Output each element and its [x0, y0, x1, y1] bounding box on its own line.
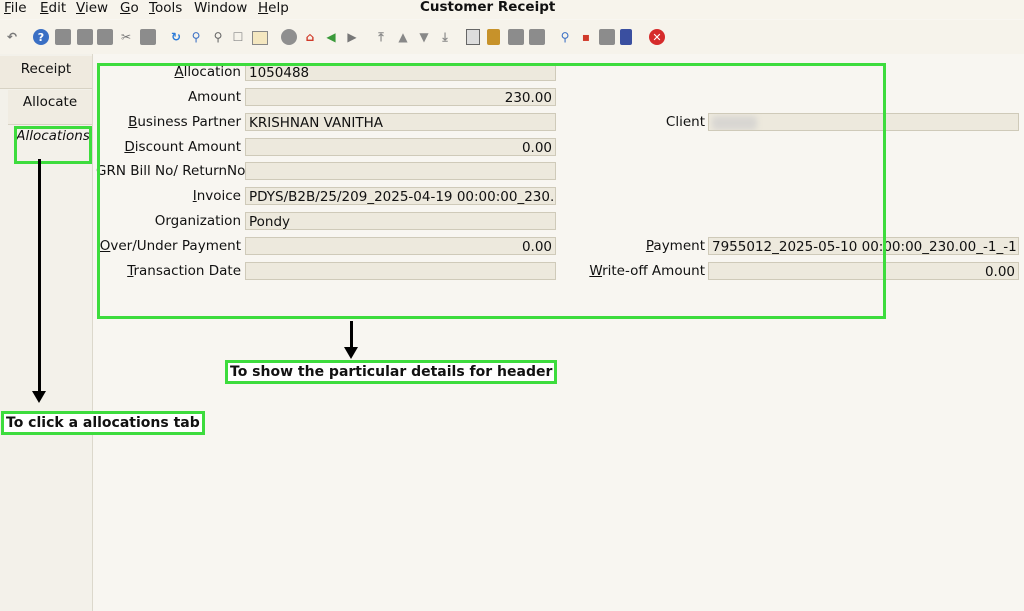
- workflow-icon[interactable]: ▪: [578, 29, 594, 45]
- help-icon[interactable]: ?: [33, 29, 49, 45]
- delete-selection-icon[interactable]: ✂: [118, 29, 134, 45]
- new-record-icon[interactable]: [55, 29, 71, 45]
- archive-icon[interactable]: [487, 29, 500, 45]
- allocations-tab-callout: To click a allocations tab: [1, 411, 205, 435]
- forward-icon[interactable]: ▶: [344, 29, 360, 45]
- print-preview-icon[interactable]: [508, 29, 524, 45]
- attachment-icon[interactable]: ⚲: [210, 29, 226, 45]
- menu-file[interactable]: File: [4, 0, 27, 18]
- back-icon[interactable]: ◀: [323, 29, 339, 45]
- home-icon[interactable]: ⌂: [302, 29, 318, 45]
- header-highlight-box: [97, 63, 886, 319]
- header-callout: To show the particular details for heade…: [225, 360, 558, 384]
- tab-receipt[interactable]: Receipt: [0, 56, 92, 89]
- menu-bar: File Edit View Go Tools Window Help Cust…: [0, 0, 1024, 19]
- request-icon[interactable]: [599, 29, 615, 45]
- window-title: Customer Receipt: [420, 0, 556, 15]
- undo-icon[interactable]: ↶: [4, 29, 20, 45]
- last-record-icon[interactable]: ⤓: [437, 29, 453, 45]
- close-icon[interactable]: ✕: [649, 29, 665, 45]
- next-record-icon[interactable]: ▼: [416, 29, 432, 45]
- stop-icon[interactable]: [281, 29, 297, 45]
- menu-window[interactable]: Window: [194, 0, 247, 18]
- toolbar: ↶ ? ✂ ↻ ⚲ ⚲ ☐ ⌂ ◀ ▶ ⤒ ▲ ▼ ⤓ ⚲ ▪ ✕: [0, 20, 1024, 54]
- history-icon[interactable]: [252, 31, 268, 45]
- tab-arrow-line: [38, 159, 41, 393]
- menu-view[interactable]: View: [76, 0, 108, 18]
- chat-icon[interactable]: ☐: [230, 29, 246, 45]
- tab-arrow-head: [32, 391, 46, 403]
- save-icon[interactable]: [140, 29, 156, 45]
- menu-help[interactable]: Help: [258, 0, 289, 18]
- print-icon[interactable]: [529, 29, 545, 45]
- refresh-icon[interactable]: ↻: [168, 29, 184, 45]
- tab-allocate[interactable]: Allocate: [8, 90, 92, 125]
- previous-record-icon[interactable]: ▲: [395, 29, 411, 45]
- header-arrow-line: [350, 321, 353, 348]
- menu-edit[interactable]: Edit: [40, 0, 66, 18]
- delete-record-icon[interactable]: [97, 29, 113, 45]
- menu-tools[interactable]: Tools: [149, 0, 182, 18]
- header-arrow-head: [344, 347, 358, 359]
- find-icon[interactable]: ⚲: [188, 29, 204, 45]
- copy-record-icon[interactable]: [77, 29, 93, 45]
- report-icon[interactable]: [466, 29, 480, 45]
- first-record-icon[interactable]: ⤒: [373, 29, 389, 45]
- zoom-across-icon[interactable]: ⚲: [557, 29, 573, 45]
- product-info-icon[interactable]: [620, 29, 632, 45]
- menu-go[interactable]: Go: [120, 0, 139, 18]
- allocations-tab-highlight-box: [14, 126, 92, 164]
